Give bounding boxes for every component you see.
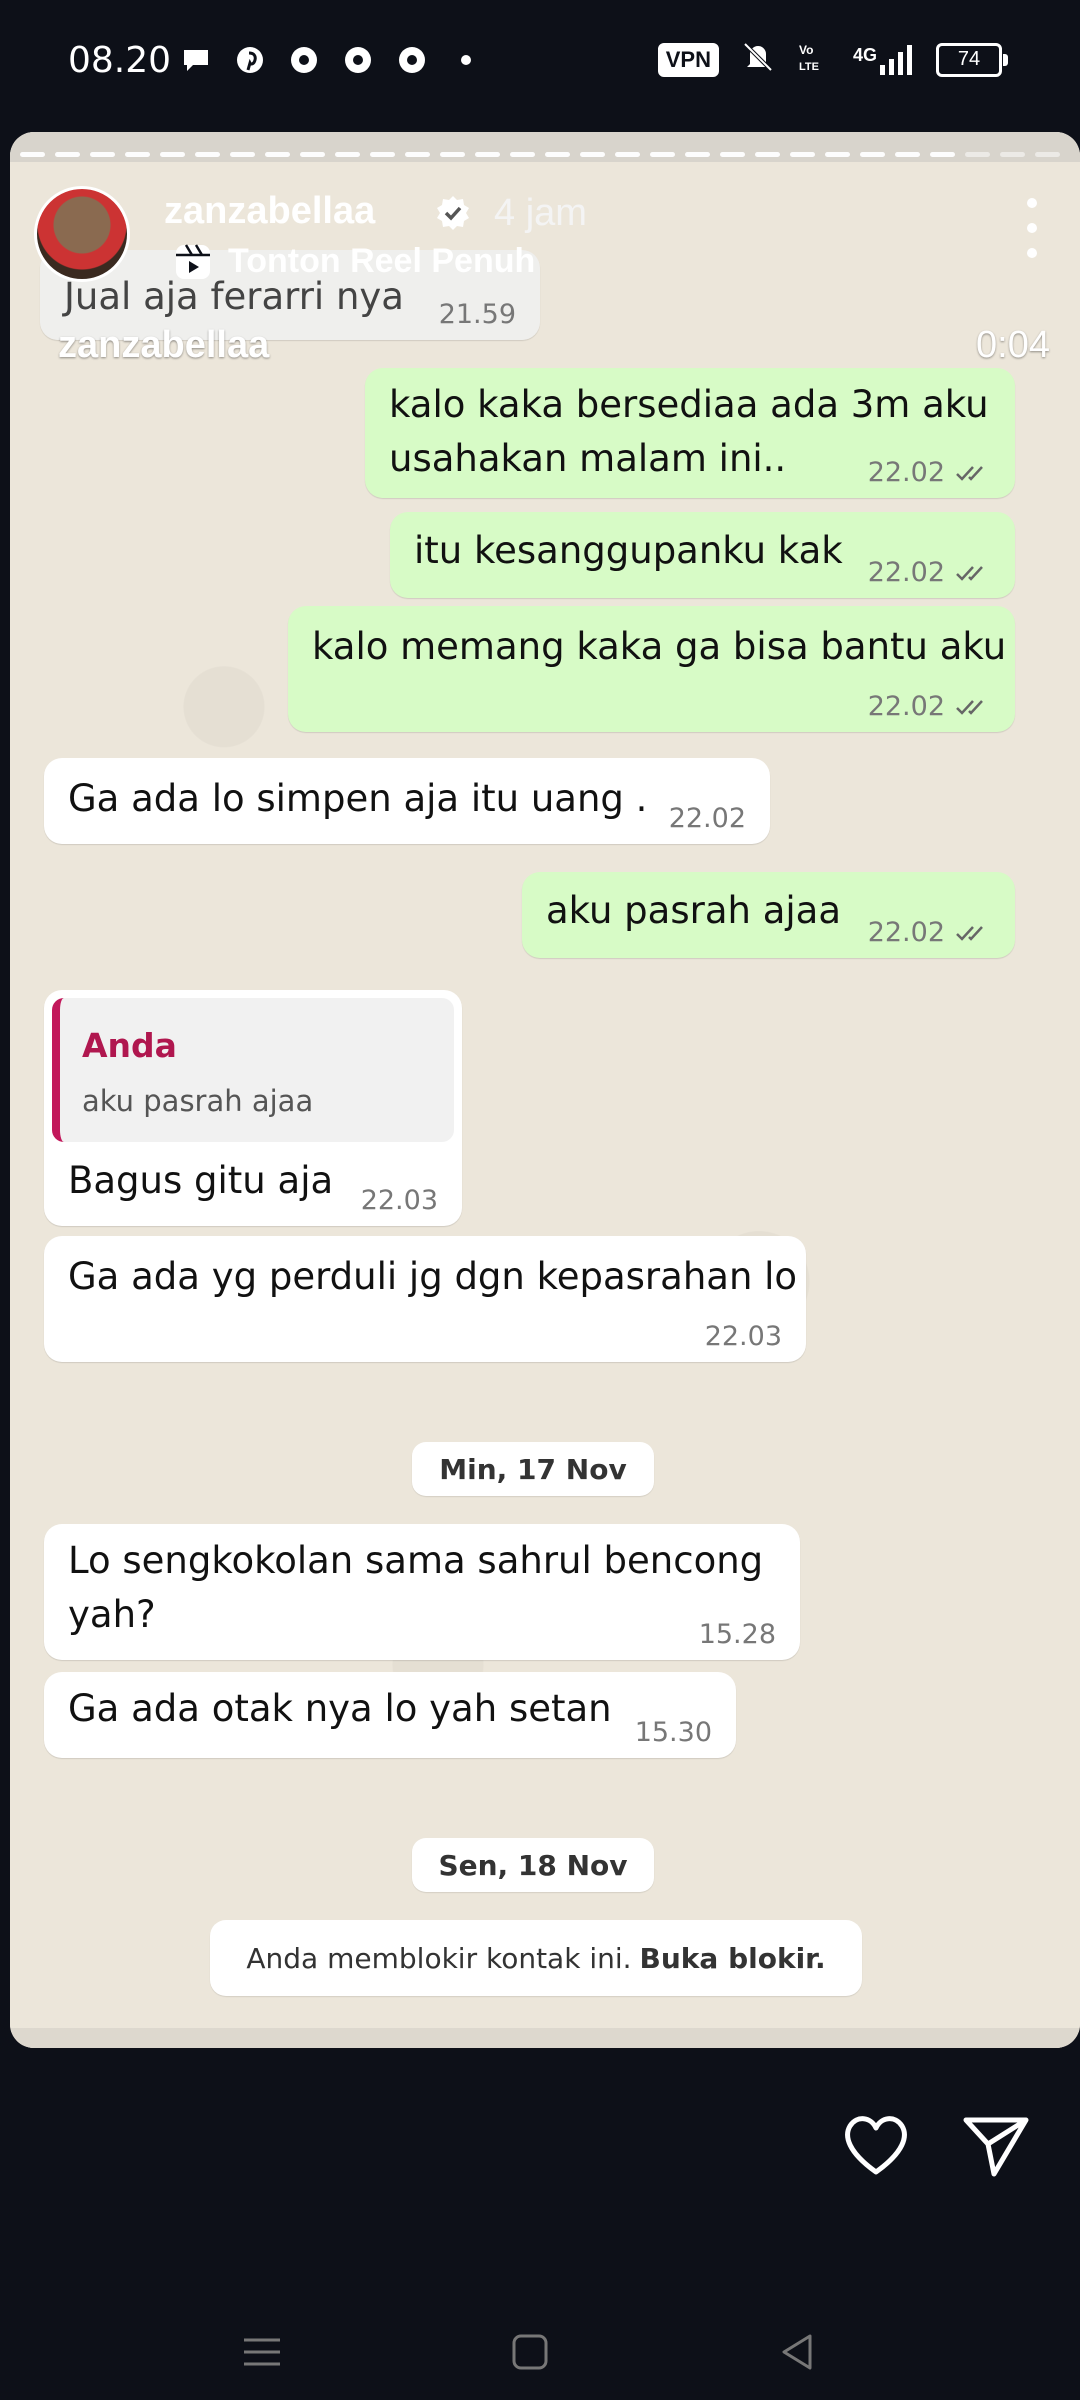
more-vertical-icon[interactable] xyxy=(1026,198,1038,258)
svg-text:LTE: LTE xyxy=(799,61,819,73)
incoming-message: Lo sengkokolan sama sahrul bencong yah? … xyxy=(44,1524,800,1660)
watch-full-reel-link[interactable]: Tonton Reel Penuh xyxy=(174,242,535,281)
read-ticks-icon xyxy=(956,465,983,481)
volte-icon: Vo LTE xyxy=(797,40,831,79)
blocked-contact-notice: Anda memblokir kontak ini. Buka blokir. xyxy=(210,1920,862,1996)
reel-link-label: Tonton Reel Penuh xyxy=(228,242,536,280)
incoming-message: Ga ada otak nya lo yah setan 15.30 xyxy=(44,1672,736,1758)
recent-apps-icon[interactable] xyxy=(240,2330,284,2374)
story-progress-bar xyxy=(20,152,1060,157)
notification-icons xyxy=(180,44,482,76)
read-ticks-icon xyxy=(956,699,983,715)
vpn-badge: VPN xyxy=(657,42,719,77)
send-icon[interactable] xyxy=(960,2110,1032,2182)
status-bar: 08.20 VPN Vo LTE 4G 74 xyxy=(0,0,1080,120)
date-divider: Sen, 18 Nov xyxy=(412,1838,654,1892)
verified-badge-icon xyxy=(437,196,469,230)
svg-text:Vo: Vo xyxy=(799,43,813,57)
pinterest-icon xyxy=(234,44,266,76)
outgoing-message: itu kesanggupanku kak 22.02 xyxy=(390,512,1015,598)
status-time: 08.20 xyxy=(68,40,172,81)
chat-header-remnant xyxy=(10,132,1080,162)
unblock-link[interactable]: Buka blokir. xyxy=(640,1942,826,1975)
story-duration: 0:04 xyxy=(976,324,1050,366)
read-ticks-icon xyxy=(956,565,983,581)
outgoing-message: kalo kaka bersediaa ada 3m aku usahakan … xyxy=(365,368,1015,498)
avatar[interactable] xyxy=(34,186,130,282)
date-divider: Min, 17 Nov xyxy=(412,1442,654,1496)
chrome-icon xyxy=(342,44,374,76)
chrome-icon xyxy=(288,44,320,76)
incoming-message: Ga ada lo simpen aja itu uang . 22.02 xyxy=(44,758,770,844)
battery-indicator: 74 xyxy=(936,42,1008,77)
outgoing-message: kalo memang kaka ga bisa bantu aku 22.02 xyxy=(288,606,1015,732)
read-ticks-icon xyxy=(956,925,983,941)
story-username[interactable]: zanzabellaa xyxy=(164,190,375,233)
outgoing-message: aku pasrah ajaa 22.02 xyxy=(522,872,1015,958)
signal-icon: 4G xyxy=(853,44,914,75)
story-time-ago: 4 jam xyxy=(494,192,587,234)
chat-input-remnant xyxy=(10,2028,1080,2048)
chat-notification-icon xyxy=(180,44,212,76)
quoted-message[interactable]: Anda aku pasrah ajaa xyxy=(52,998,454,1142)
story-viewer[interactable]: Jual aja ferarri nya 21.59 zanzabellaa 4… xyxy=(10,132,1080,2048)
incoming-reply-message: Anda aku pasrah ajaa Bagus gitu aja 22.0… xyxy=(44,990,462,1226)
system-navigation-bar xyxy=(0,2300,1080,2400)
reel-icon xyxy=(176,243,210,279)
home-icon[interactable] xyxy=(508,2330,552,2374)
more-notifications-dot-icon xyxy=(450,44,482,76)
chrome-icon xyxy=(396,44,428,76)
heart-icon[interactable] xyxy=(840,2110,912,2182)
mute-icon xyxy=(741,40,775,79)
back-icon[interactable] xyxy=(776,2330,820,2374)
story-header: zanzabellaa 4 jam Tonton Reel Penuh xyxy=(34,186,1054,336)
incoming-message: Ga ada yg perduli jg dgn kepasrahan lo 2… xyxy=(44,1236,806,1362)
system-icons: VPN Vo LTE 4G 74 xyxy=(657,40,1008,79)
story-tag-username: zanzabellaa xyxy=(58,324,270,366)
